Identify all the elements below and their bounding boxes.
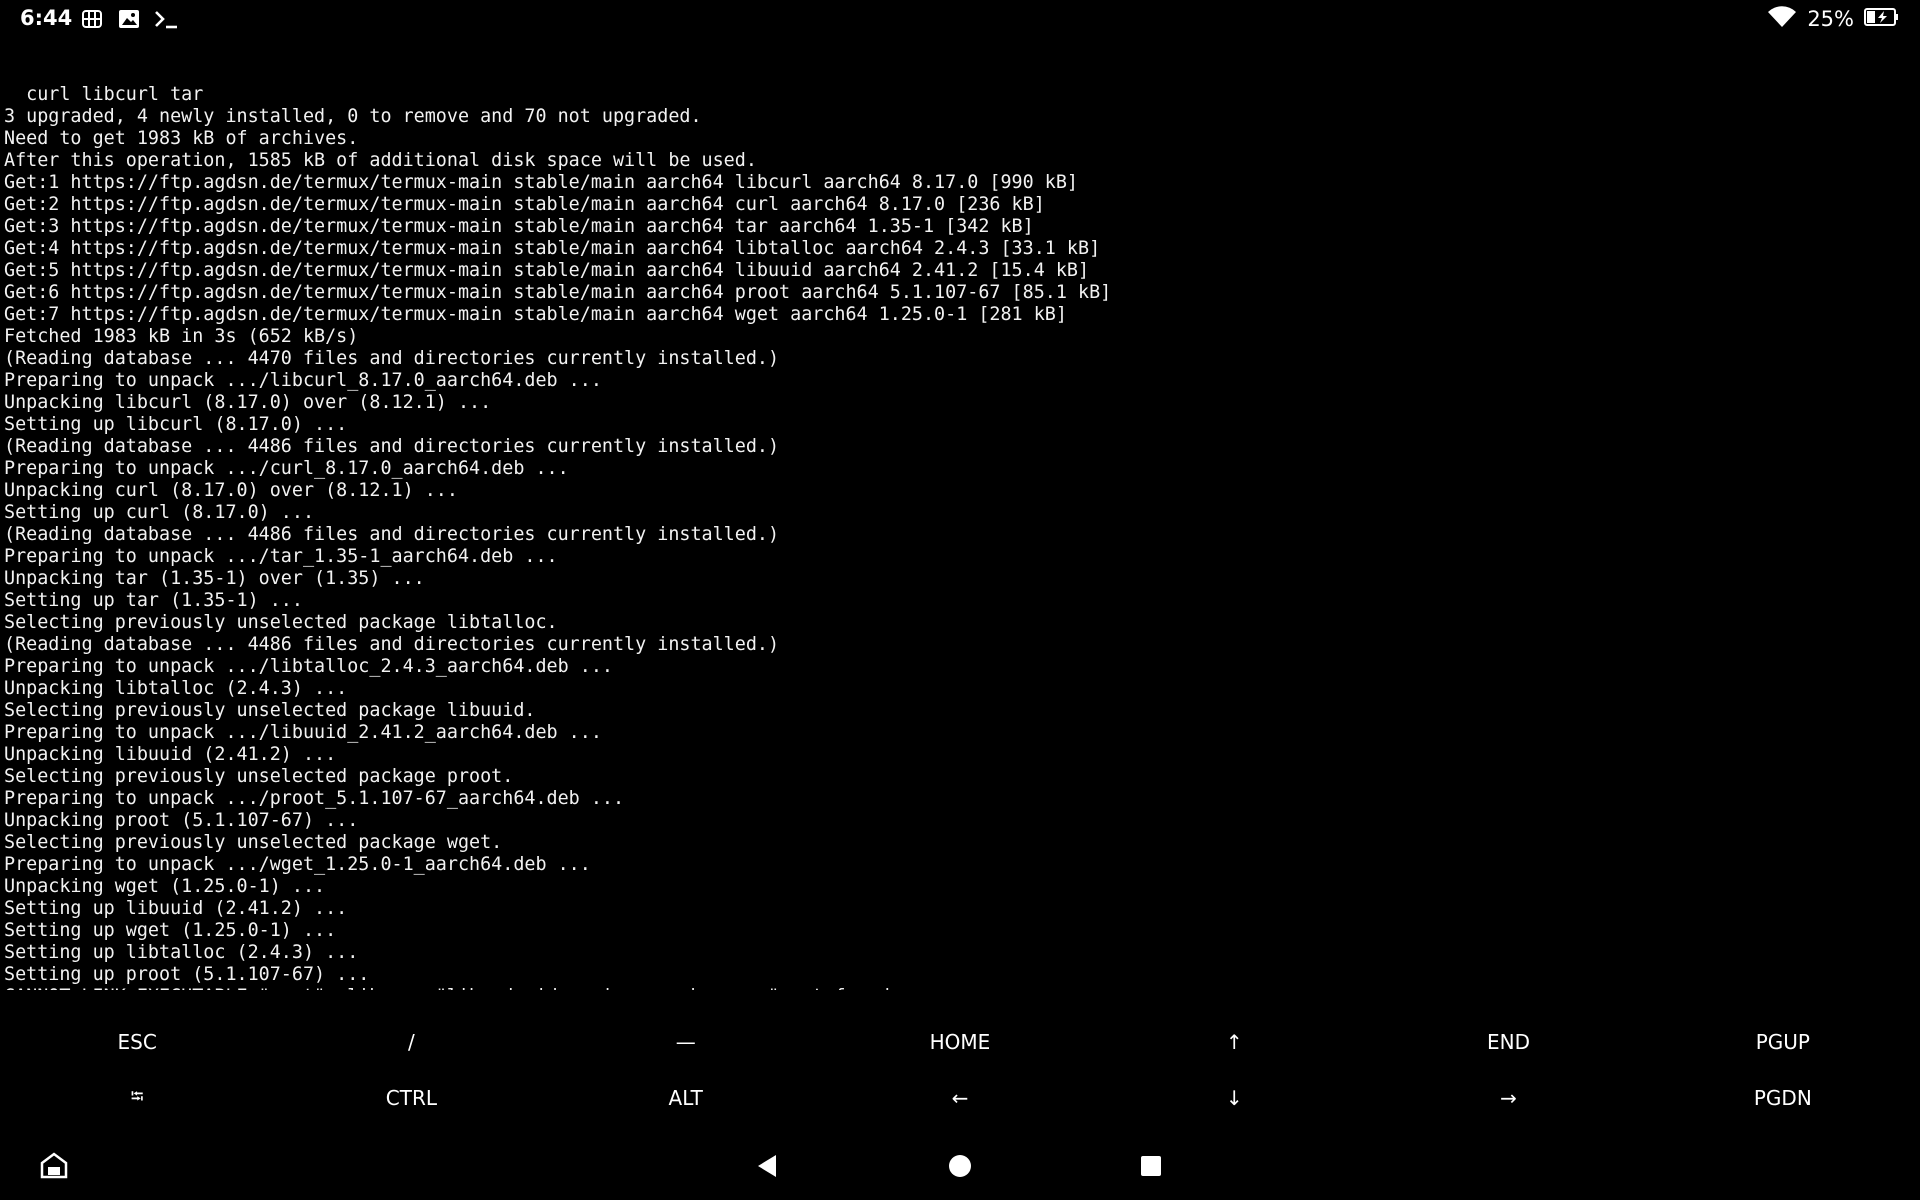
key-esc[interactable]: ESC xyxy=(0,1014,274,1070)
terminal-line: Get:6 https://ftp.agdsn.de/termux/termux… xyxy=(4,282,1112,303)
terminal-line: Unpacking libtalloc (2.4.3) ... xyxy=(4,678,348,699)
terminal-line: Preparing to unpack .../libcurl_8.17.0_a… xyxy=(4,370,602,391)
terminal-line: Setting up libuuid (2.41.2) ... xyxy=(4,898,348,919)
key-home[interactable]: HOME xyxy=(823,1014,1097,1070)
key-slash[interactable]: / xyxy=(274,1014,548,1070)
terminal-lines: curl libcurl tar 3 upgraded, 4 newly inst… xyxy=(4,84,1916,990)
key-ctrl[interactable]: CTRL xyxy=(274,1070,548,1126)
termux-screen: 6:44 25% curl libcurl tar 3 upgraded, 4 … xyxy=(0,0,1920,1200)
home-circle-icon[interactable] xyxy=(940,1146,980,1186)
terminal-line: Setting up wget (1.25.0-1) ... xyxy=(4,920,337,941)
extra-keys-row-2: ⭾ CTRL ALT ← ↓ → PGDN xyxy=(0,1070,1920,1126)
key-arrow-up[interactable]: ↑ xyxy=(1097,1014,1371,1070)
terminal-line: curl libcurl tar xyxy=(4,84,204,105)
key-end[interactable]: END xyxy=(1371,1014,1645,1070)
key-dash[interactable]: — xyxy=(549,1014,823,1070)
key-arrow-down[interactable]: ↓ xyxy=(1097,1070,1371,1126)
key-arrow-right[interactable]: → xyxy=(1371,1070,1645,1126)
terminal-line: Fetched 1983 kB in 3s (652 kB/s) xyxy=(4,326,359,347)
terminal-line: Selecting previously unselected package … xyxy=(4,766,514,787)
terminal-line: Get:3 https://ftp.agdsn.de/termux/termux… xyxy=(4,216,1034,237)
terminal-line: Preparing to unpack .../curl_8.17.0_aarc… xyxy=(4,458,569,479)
terminal-line: Preparing to unpack .../libuuid_2.41.2_a… xyxy=(4,722,602,743)
terminal-line: 3 upgraded, 4 newly installed, 0 to remo… xyxy=(4,106,702,127)
terminal-line: Get:2 https://ftp.agdsn.de/termux/termux… xyxy=(4,194,1045,215)
terminal-line: Setting up curl (8.17.0) ... xyxy=(4,502,315,523)
vpn-icon xyxy=(80,8,104,30)
key-pgup[interactable]: PGUP xyxy=(1646,1014,1920,1070)
wifi-icon xyxy=(1767,5,1797,34)
recents-square-icon[interactable] xyxy=(1131,1146,1171,1186)
terminal-line: (Reading database ... 4486 files and dir… xyxy=(4,524,780,545)
navigation-bar xyxy=(0,1134,1920,1200)
terminal-line: Preparing to unpack .../tar_1.35-1_aarch… xyxy=(4,546,558,567)
terminal-line: Selecting previously unselected package … xyxy=(4,700,536,721)
battery-percent: 25% xyxy=(1807,7,1854,31)
terminal-line: CANNOT LINK EXECUTABLE "wget": library "… xyxy=(4,986,1916,990)
key-pgdn[interactable]: PGDN xyxy=(1646,1070,1920,1126)
keyboard-toggle-icon[interactable] xyxy=(34,1146,74,1186)
extra-keys-row-1: ESC / — HOME ↑ END PGUP xyxy=(0,1014,1920,1070)
terminal-line: Unpacking wget (1.25.0-1) ... xyxy=(4,876,326,897)
terminal-line: Unpacking curl (8.17.0) over (8.12.1) ..… xyxy=(4,480,458,501)
terminal-line: Unpacking tar (1.35-1) over (1.35) ... xyxy=(4,568,425,589)
terminal-line: Setting up libcurl (8.17.0) ... xyxy=(4,414,348,435)
status-right-group: 25% xyxy=(1767,5,1900,33)
terminal-line: Setting up libtalloc (2.4.3) ... xyxy=(4,942,359,963)
terminal-line: After this operation, 1585 kB of additio… xyxy=(4,150,757,171)
terminal-line: Setting up proot (5.1.107-67) ... xyxy=(4,964,370,985)
terminal-line: (Reading database ... 4470 files and dir… xyxy=(4,348,780,369)
key-alt[interactable]: ALT xyxy=(549,1070,823,1126)
terminal-line: Need to get 1983 kB of archives. xyxy=(4,128,359,149)
terminal-line: Preparing to unpack .../proot_5.1.107-67… xyxy=(4,788,625,809)
status-bar: 6:44 25% xyxy=(0,0,1920,38)
terminal-line: Selecting previously unselected package … xyxy=(4,612,558,633)
terminal-line: Unpacking proot (5.1.107-67) ... xyxy=(4,810,359,831)
battery-charging-icon xyxy=(1864,7,1900,32)
terminal-line: Get:5 https://ftp.agdsn.de/termux/termux… xyxy=(4,260,1090,281)
key-tab[interactable]: ⭾ xyxy=(0,1070,274,1126)
extra-keys-bar: ESC / — HOME ↑ END PGUP ⭾ CTRL ALT ← ↓ →… xyxy=(0,1014,1920,1126)
terminal-line: Preparing to unpack .../wget_1.25.0-1_aa… xyxy=(4,854,591,875)
terminal-line: Preparing to unpack .../libtalloc_2.4.3_… xyxy=(4,656,613,677)
terminal-line: (Reading database ... 4486 files and dir… xyxy=(4,634,780,655)
back-triangle-icon[interactable] xyxy=(748,1146,788,1186)
terminal-line: (Reading database ... 4486 files and dir… xyxy=(4,436,780,457)
terminal-line: Get:7 https://ftp.agdsn.de/termux/termux… xyxy=(4,304,1067,325)
status-time: 6:44 xyxy=(20,6,73,30)
terminal-line: Selecting previously unselected package … xyxy=(4,832,503,853)
key-arrow-left[interactable]: ← xyxy=(823,1070,1097,1126)
terminal-line: Unpacking libcurl (8.17.0) over (8.12.1)… xyxy=(4,392,492,413)
terminal-line: Get:4 https://ftp.agdsn.de/termux/termux… xyxy=(4,238,1101,259)
terminal-icon xyxy=(153,8,177,30)
terminal-line: Unpacking libuuid (2.41.2) ... xyxy=(4,744,337,765)
terminal-output[interactable]: curl libcurl tar 3 upgraded, 4 newly inst… xyxy=(4,40,1916,990)
terminal-line: Setting up tar (1.35-1) ... xyxy=(4,590,303,611)
gallery-icon xyxy=(117,8,141,30)
terminal-line: Get:1 https://ftp.agdsn.de/termux/termux… xyxy=(4,172,1078,193)
